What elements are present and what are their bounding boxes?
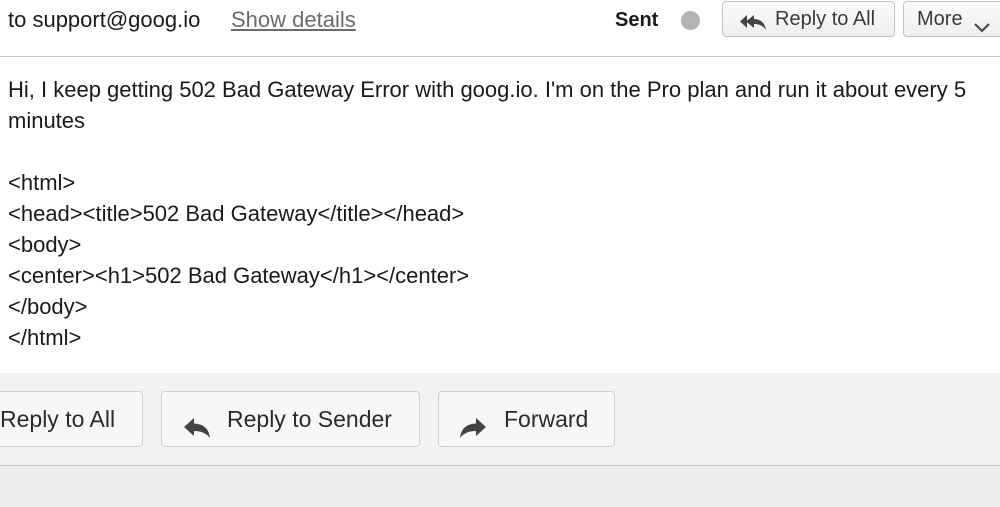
code-line: </html>	[8, 325, 82, 350]
code-line: </body>	[8, 294, 88, 319]
message-body: Hi, I keep getting 502 Bad Gateway Error…	[8, 74, 978, 353]
next-message-area	[0, 466, 1000, 507]
status-label: Sent	[615, 9, 659, 31]
forward-button[interactable]: Forward	[438, 391, 615, 447]
footer-reply-all-button[interactable]: Reply to All	[0, 391, 143, 447]
message-intro: Hi, I keep getting 502 Bad Gateway Error…	[8, 77, 967, 133]
message-header: to support@goog.io Show details Sent Rep…	[0, 0, 1000, 57]
error-html-block: <html> <head><title>502 Bad Gateway</tit…	[8, 167, 978, 353]
more-menu-button[interactable]: More	[903, 1, 1000, 37]
code-line: <center><h1>502 Bad Gateway</h1></center…	[8, 263, 470, 288]
code-line: <html>	[8, 170, 76, 195]
status-dot-icon	[681, 11, 700, 30]
code-line: <body>	[8, 232, 82, 257]
more-label: More	[917, 8, 963, 30]
reply-to-sender-button[interactable]: Reply to Sender	[161, 391, 420, 447]
recipient-line: to support@goog.io	[8, 7, 201, 32]
reply-icon	[183, 405, 211, 459]
forward-icon	[459, 405, 487, 459]
reply-to-sender-label: Reply to Sender	[227, 406, 392, 432]
header-reply-all-button[interactable]: Reply to All	[722, 1, 895, 37]
code-line: <head><title>502 Bad Gateway</title></he…	[8, 201, 465, 226]
header-reply-all-label: Reply to All	[775, 8, 876, 30]
show-details-link[interactable]: Show details	[231, 6, 356, 34]
chevron-down-icon	[974, 11, 990, 45]
footer-reply-all-label: Reply to All	[0, 406, 116, 432]
forward-label: Forward	[504, 406, 589, 432]
reply-all-icon	[739, 9, 767, 43]
